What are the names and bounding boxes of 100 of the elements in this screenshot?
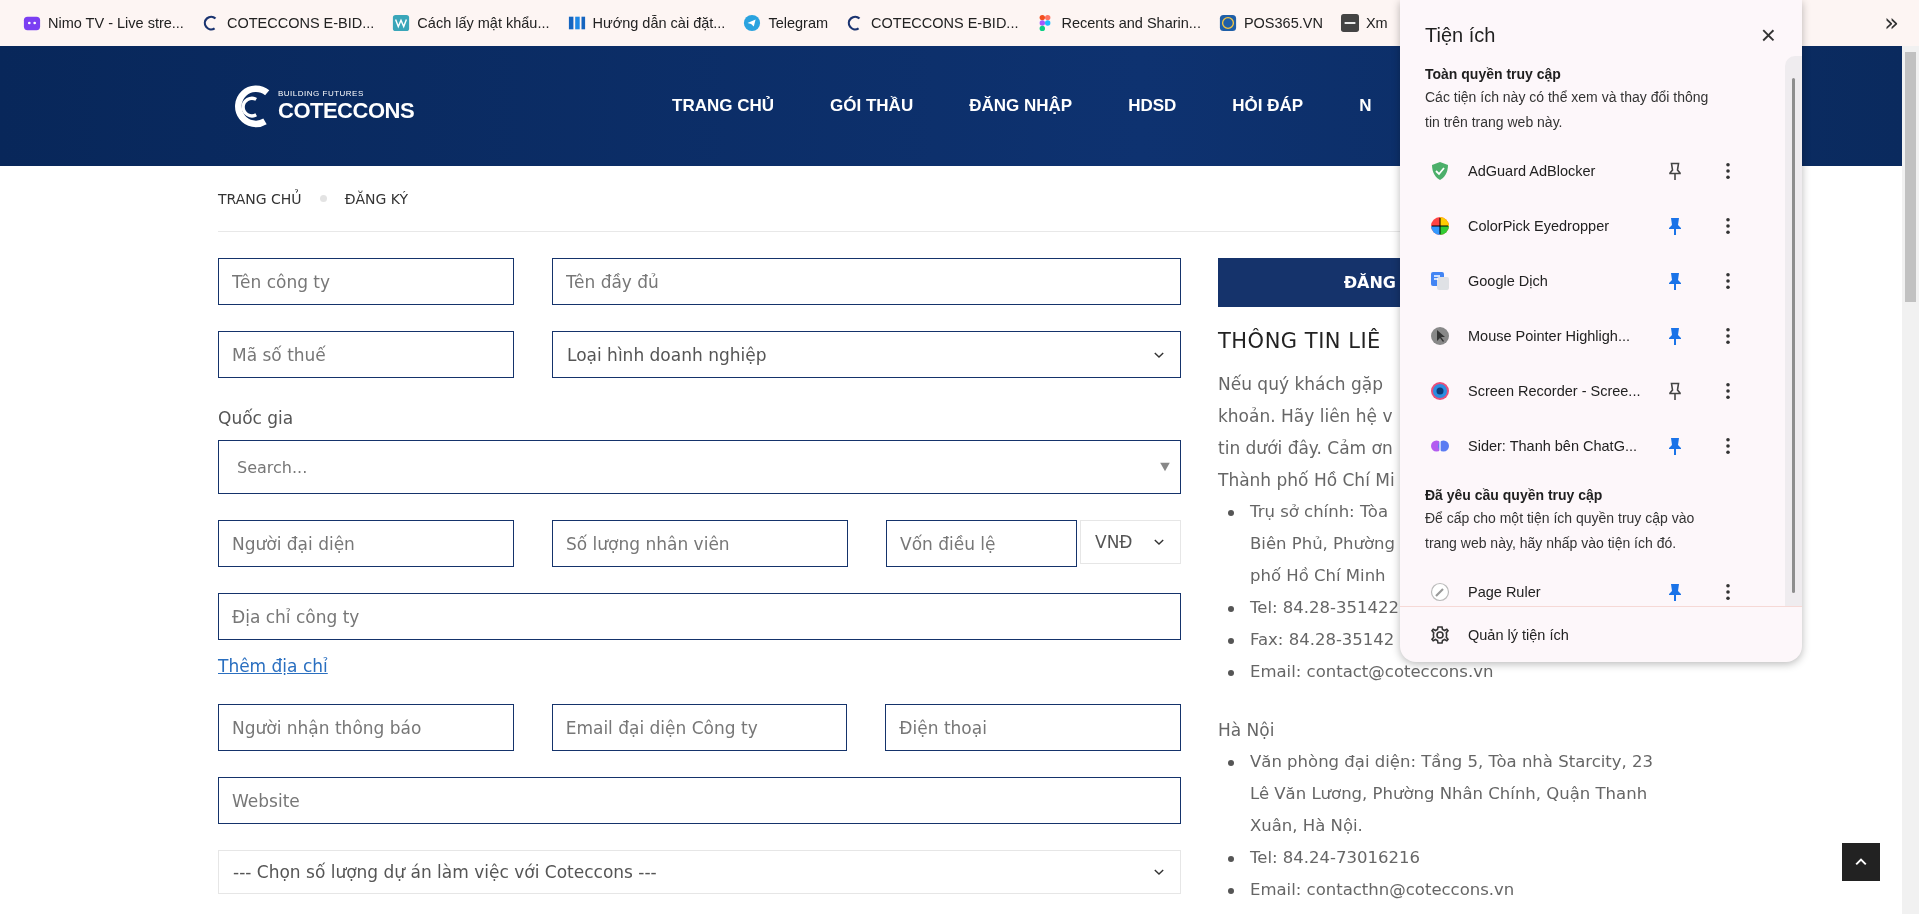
text-line: tin dưới đây. Cảm ơn: [1218, 437, 1393, 460]
section-description: Để cấp cho một tiện ích quyền truy cập vào trang web này, hãy nhấp vào tiện ích đó.: [1425, 509, 1696, 553]
extension-name[interactable]: Mouse Pointer Highligh...: [1468, 327, 1653, 344]
bars-logo-icon: [567, 14, 586, 32]
dialog-title: Tiện ích: [1425, 23, 1496, 47]
extension-name[interactable]: AdGuard AdBlocker: [1468, 162, 1653, 179]
bookmark[interactable]: POS365.VN: [1211, 10, 1330, 36]
section-heading: Đã yêu cầu quyền truy cập: [1425, 487, 1604, 503]
text-line: Nếu quý khách gặp: [1218, 373, 1383, 396]
list-item: Fax: 84.28-35142: [1250, 629, 1395, 651]
nav-link[interactable]: ĐĂNG NHẬP: [969, 96, 1073, 116]
more-options-button[interactable]: [1723, 161, 1733, 180]
input-field[interactable]: Website: [218, 777, 1181, 824]
bookmark[interactable]: Nimo TV - Live stre...: [16, 10, 191, 36]
more-icon: [1723, 582, 1733, 601]
extension-name[interactable]: Google Dịch: [1468, 272, 1653, 289]
nav-link[interactable]: TRANG CHỦ: [672, 96, 775, 116]
nav-link[interactable]: HDSD: [1128, 96, 1177, 116]
more-options-button[interactable]: [1723, 216, 1733, 235]
list-item: Văn phòng đại diện: Tầng 5, Tòa nhà Starcity, 23 Lê Văn Lương, Phường Nhân Chính, Quận Thanh Xuân, Hà Nội.: [1250, 751, 1654, 837]
list-item: Trụ sở chính: Tòa Biên Phủ, Phường phố Hồ Chí Minh: [1250, 501, 1395, 587]
more-options-button[interactable]: [1723, 381, 1733, 400]
bookmark[interactable]: Telegram: [736, 10, 836, 36]
bookmark[interactable]: Hướng dẫn cài đặt...: [560, 10, 733, 36]
more-icon: [1723, 381, 1733, 400]
more-options-button[interactable]: [1723, 436, 1733, 455]
dropdown[interactable]: Loại hình doanh nghiệp: [552, 331, 1181, 378]
bookmark[interactable]: Recents and Sharin...: [1029, 10, 1208, 36]
nav-link[interactable]: GÓI THẦU: [830, 96, 914, 116]
input-field[interactable]: Người đại diện: [218, 520, 514, 567]
translate-icon: [1430, 270, 1450, 291]
bullet-icon: [1228, 760, 1234, 766]
more-options-button[interactable]: [1723, 582, 1733, 601]
bullet-icon: [1228, 606, 1234, 612]
scrollbar-thumb[interactable]: [1792, 78, 1795, 593]
circle-logo-icon: [1218, 14, 1237, 32]
list-item: Tel: 84.28-351422: [1250, 597, 1399, 619]
list-item: Email: contacthn@coteccons.vn: [1250, 879, 1515, 901]
text-line: Thành phố Hồ Chí Mi: [1218, 469, 1395, 492]
back-to-top-button[interactable]: [1842, 843, 1880, 881]
more-icon: [1723, 216, 1733, 235]
list-item: Tel: 84.24-73016216: [1250, 847, 1420, 869]
search-field[interactable]: Search...: [218, 440, 1181, 494]
bullet-icon: [1228, 638, 1234, 644]
breadcrumb-separator: [319, 195, 327, 202]
logo-tagline: BUILDING FUTURES: [278, 88, 365, 98]
bullet-icon: [1228, 888, 1234, 894]
nav-link[interactable]: HỎI ĐÁP: [1232, 96, 1304, 116]
more-icon: [1723, 271, 1733, 290]
more-icon: [1723, 326, 1733, 345]
extension-name[interactable]: ColorPick Eyedropper: [1468, 217, 1653, 234]
input-field[interactable]: Người nhận thông báo: [218, 704, 514, 751]
field-label: Quốc gia: [218, 408, 295, 428]
add-address-link[interactable]: Thêm địa chỉ: [218, 656, 328, 676]
triangle-down-icon: [1158, 461, 1172, 473]
close-button[interactable]: ×: [1756, 22, 1780, 48]
dropdown[interactable]: --- Chọn số lượng dự án làm việc với Coteccons ---: [218, 850, 1181, 894]
extension-name[interactable]: Page Ruler: [1468, 583, 1653, 600]
extension-name[interactable]: Screen Recorder - Scree...: [1468, 382, 1653, 399]
scrollbar[interactable]: [1902, 46, 1919, 914]
more-bookmarks-button[interactable]: »: [1878, 9, 1905, 37]
input-field[interactable]: Điện thoại: [885, 704, 1181, 751]
more-options-button[interactable]: [1723, 326, 1733, 345]
bookmark[interactable]: Cách lấy mật khẩu...: [385, 10, 557, 36]
color-wheel-icon: [1430, 215, 1450, 236]
list-item: Email: contact@coteccons.vn: [1250, 661, 1494, 683]
input-field[interactable]: Email đại diện Công ty: [551, 704, 848, 751]
shield-icon: [1430, 160, 1450, 181]
input-field[interactable]: Địa chỉ công ty: [218, 593, 1181, 640]
manage-extensions-link[interactable]: Quản lý tiện ích: [1468, 626, 1569, 643]
input-field[interactable]: Tên công ty: [218, 258, 514, 305]
cursor-icon: [1430, 325, 1450, 346]
bookmark[interactable]: COTECCONS E-BID...: [194, 10, 382, 36]
input-field[interactable]: Mã số thuế: [218, 331, 514, 378]
ruler-icon: [1430, 581, 1450, 602]
tv-app-icon: [23, 14, 41, 32]
settings-icon: [1430, 624, 1450, 645]
breadcrumb-link[interactable]: ĐĂNG KÝ: [344, 190, 409, 207]
scrollbar-thumb[interactable]: [1905, 52, 1916, 302]
nav-link[interactable]: N: [1359, 96, 1372, 116]
breadcrumb-link[interactable]: TRANG CHỦ: [218, 190, 302, 207]
bookmark[interactable]: COTECCONS E-BID...: [839, 10, 1026, 36]
more-icon: [1723, 161, 1733, 180]
section-description: Các tiện ích này có thể xem và thay đổi thông tin trên trang web này.: [1425, 88, 1710, 132]
input-field[interactable]: Vốn điều lệ: [886, 520, 1077, 567]
section-heading: THÔNG TIN LIÊ: [1218, 329, 1381, 353]
register-button[interactable]: ĐĂNG: [1218, 258, 1400, 307]
input-field[interactable]: Tên đầy đủ: [552, 258, 1181, 305]
dialog-scrollbar[interactable]: [1785, 56, 1802, 606]
input-field[interactable]: Số lượng nhân viên: [552, 520, 848, 567]
bullet-icon: [1228, 856, 1234, 862]
text-line: khoản. Hãy liên hệ v: [1218, 405, 1393, 428]
lens-icon: [1430, 380, 1450, 401]
extension-name[interactable]: Sider: Thanh bên ChatG...: [1468, 437, 1653, 454]
city-title: Hà Nội: [1218, 719, 1275, 742]
dropdown[interactable]: VNĐ: [1080, 520, 1181, 564]
bookmark[interactable]: Xm: [1333, 10, 1395, 36]
bullet-icon: [1228, 510, 1234, 516]
more-icon: [1723, 436, 1733, 455]
more-options-button[interactable]: [1723, 271, 1733, 290]
